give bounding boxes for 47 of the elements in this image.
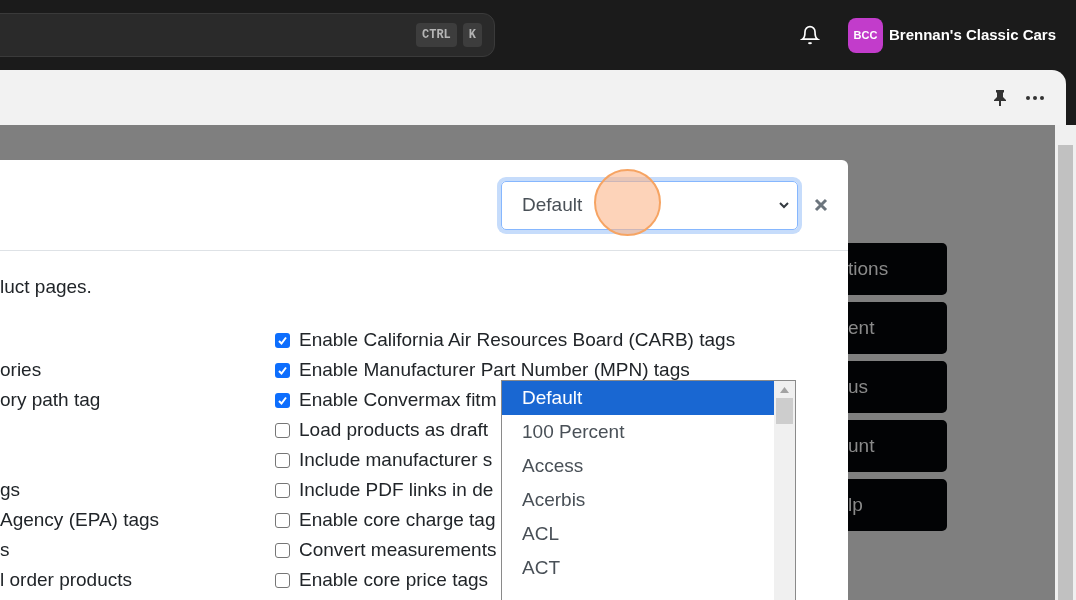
check-icon (277, 334, 288, 346)
dropdown-option[interactable]: Access (502, 449, 774, 483)
option-label: Enable core price tags (299, 567, 489, 592)
checkbox[interactable] (275, 542, 290, 558)
avatar[interactable]: BCC (848, 17, 883, 53)
close-icon[interactable] (814, 198, 828, 212)
checkbox[interactable] (275, 452, 290, 468)
option-label: gs (0, 478, 21, 500)
checkbox[interactable] (275, 392, 290, 408)
option-label: Include PDF links in de (299, 477, 494, 502)
scrollbar-thumb[interactable] (776, 398, 793, 424)
description: luct pages. (0, 275, 93, 299)
option-label: ories (0, 358, 42, 380)
option-label: l order products (0, 568, 132, 590)
option-label: Agency (EPA) tags (0, 508, 160, 530)
dropdown-option[interactable]: Acerbis (502, 483, 774, 517)
checkbox[interactable] (275, 482, 290, 498)
account-name: Brennan's Classic Cars (889, 24, 1056, 45)
checkbox[interactable] (275, 572, 290, 588)
scrollbar-thumb[interactable] (1058, 145, 1073, 600)
dropdown-option[interactable]: ACT (502, 551, 774, 585)
dropdown-option[interactable]: ACL (502, 517, 774, 551)
scrollbar[interactable] (774, 381, 795, 600)
shortcut-key: K (462, 23, 482, 47)
option-label: Enable core charge tag (299, 507, 496, 532)
check-icon (277, 394, 288, 406)
pin-icon[interactable] (992, 88, 1008, 107)
checkbox[interactable] (275, 512, 290, 528)
shortcut-key: CTRL (416, 23, 457, 47)
option-label: Enable California Air Resources Board (CARB) tags (299, 327, 736, 352)
option-label: Convert measurements (299, 537, 497, 562)
option-label: s (0, 538, 10, 560)
search-field[interactable]: CTRL K (0, 13, 495, 57)
more-icon[interactable] (1026, 95, 1044, 100)
option-label: Enable Manufacturer Part Number (MPN) tags (299, 357, 690, 382)
dropdown-option[interactable]: Default (502, 381, 774, 415)
dropdown-option[interactable]: 100 Percent (502, 415, 774, 449)
check-icon (277, 364, 288, 376)
option-label: Include manufacturer s (299, 447, 493, 472)
option-label: ory path tag (0, 388, 101, 410)
bell-icon[interactable] (800, 25, 820, 45)
checkbox[interactable] (275, 362, 290, 378)
option-label: Load products as draft (299, 417, 489, 442)
option-label: Enable Convermax fitm (299, 387, 497, 412)
checkbox[interactable] (275, 332, 290, 348)
page-scrollbar[interactable] (1055, 125, 1076, 600)
checkbox[interactable] (275, 422, 290, 438)
